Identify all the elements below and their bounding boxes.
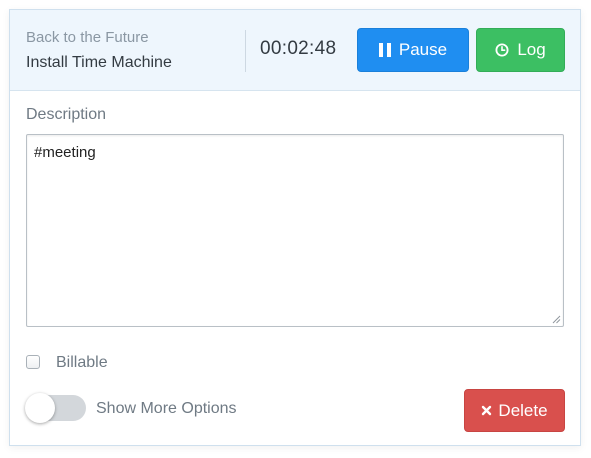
toggle-knob (25, 393, 55, 423)
description-label: Description (26, 106, 107, 123)
elapsed-timer: 00:02:48 (260, 38, 337, 59)
log-button-label: Log (517, 40, 546, 59)
billable-checkbox[interactable] (26, 355, 40, 369)
more-options-toggle[interactable] (25, 393, 86, 423)
description-textarea[interactable]: #meeting (26, 134, 564, 327)
entry-header: Back to the Future Install Time Machine … (10, 10, 580, 91)
header-divider (245, 30, 246, 72)
pause-button-label: Pause (398, 40, 448, 59)
delete-button[interactable]: Delete (464, 389, 565, 432)
log-button[interactable]: Log (476, 28, 565, 72)
pause-icon (378, 43, 391, 57)
time-entry-panel: Back to the Future Install Time Machine … (9, 9, 581, 446)
x-icon (482, 405, 492, 416)
resize-handle-icon[interactable] (551, 314, 561, 324)
delete-button-label: Delete (498, 400, 548, 420)
project-name: Back to the Future (26, 29, 149, 46)
pause-button[interactable]: Pause (357, 28, 469, 72)
billable-label: Billable (56, 354, 108, 371)
clock-icon (495, 43, 509, 57)
more-options-label: Show More Options (96, 400, 237, 417)
task-name: Install Time Machine (26, 54, 172, 71)
description-value: #meeting (34, 144, 96, 161)
